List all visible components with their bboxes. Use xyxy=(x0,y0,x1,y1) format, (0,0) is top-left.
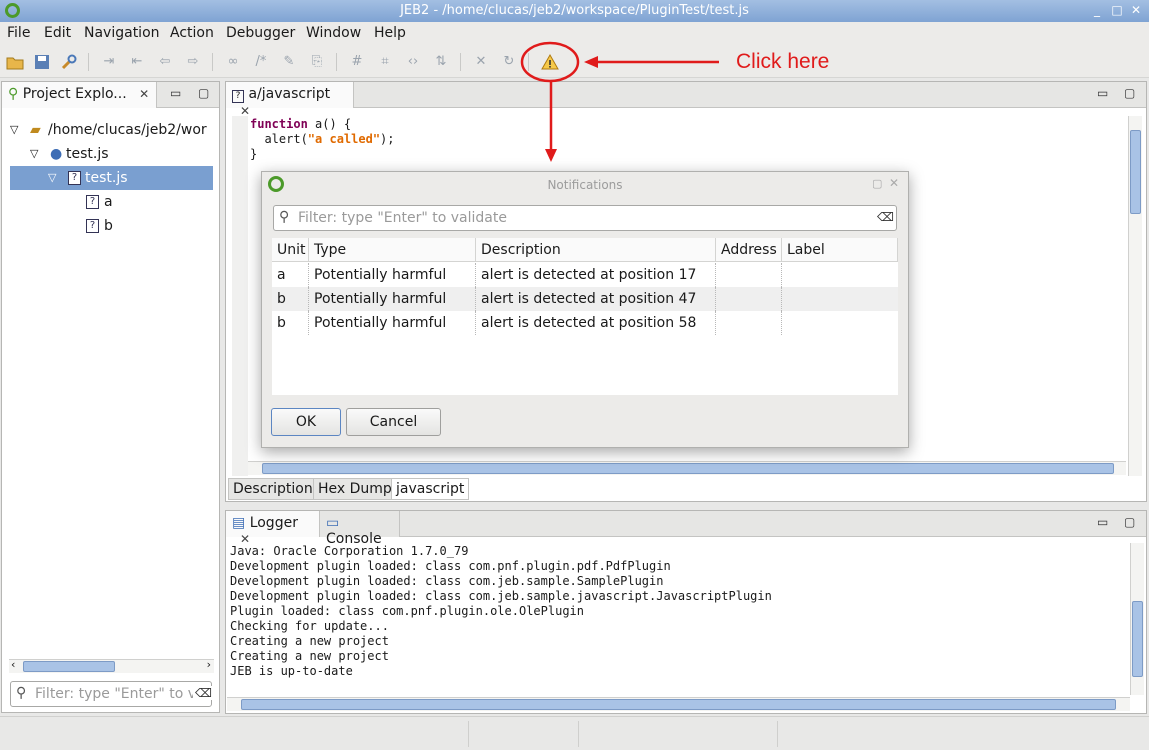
highlight-circle xyxy=(520,41,580,83)
arrowhead-icon xyxy=(545,149,557,162)
annotation-overlay xyxy=(520,41,719,162)
arrowhead-icon xyxy=(584,56,598,68)
annotation-label: Click here xyxy=(736,50,830,73)
